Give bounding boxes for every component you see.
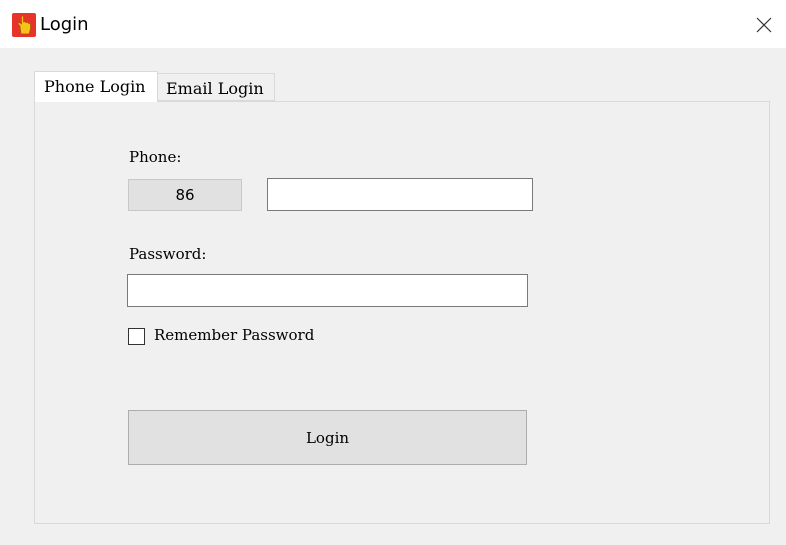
- phone-input[interactable]: [267, 178, 533, 211]
- remember-password-checkbox[interactable]: [128, 328, 145, 345]
- remember-password-label[interactable]: Remember Password: [154, 326, 314, 344]
- phone-label: Phone:: [129, 148, 182, 166]
- password-input[interactable]: [127, 274, 528, 307]
- tab-email-login[interactable]: Email Login: [157, 73, 275, 101]
- close-button[interactable]: [751, 12, 777, 38]
- title-bar: Login: [0, 0, 786, 48]
- tab-phone-login[interactable]: Phone Login: [34, 71, 158, 102]
- close-icon: [756, 17, 772, 33]
- password-label: Password:: [129, 245, 207, 263]
- window-title: Login: [40, 14, 89, 35]
- window-client-area: Phone Login Email Login Phone: 86 Passwo…: [0, 48, 786, 545]
- hand-pointer-icon: [12, 13, 36, 37]
- login-button[interactable]: Login: [128, 410, 527, 465]
- country-code-field: 86: [128, 179, 242, 211]
- login-window: Login Phone Login Email Login Phone: 86 …: [0, 0, 786, 545]
